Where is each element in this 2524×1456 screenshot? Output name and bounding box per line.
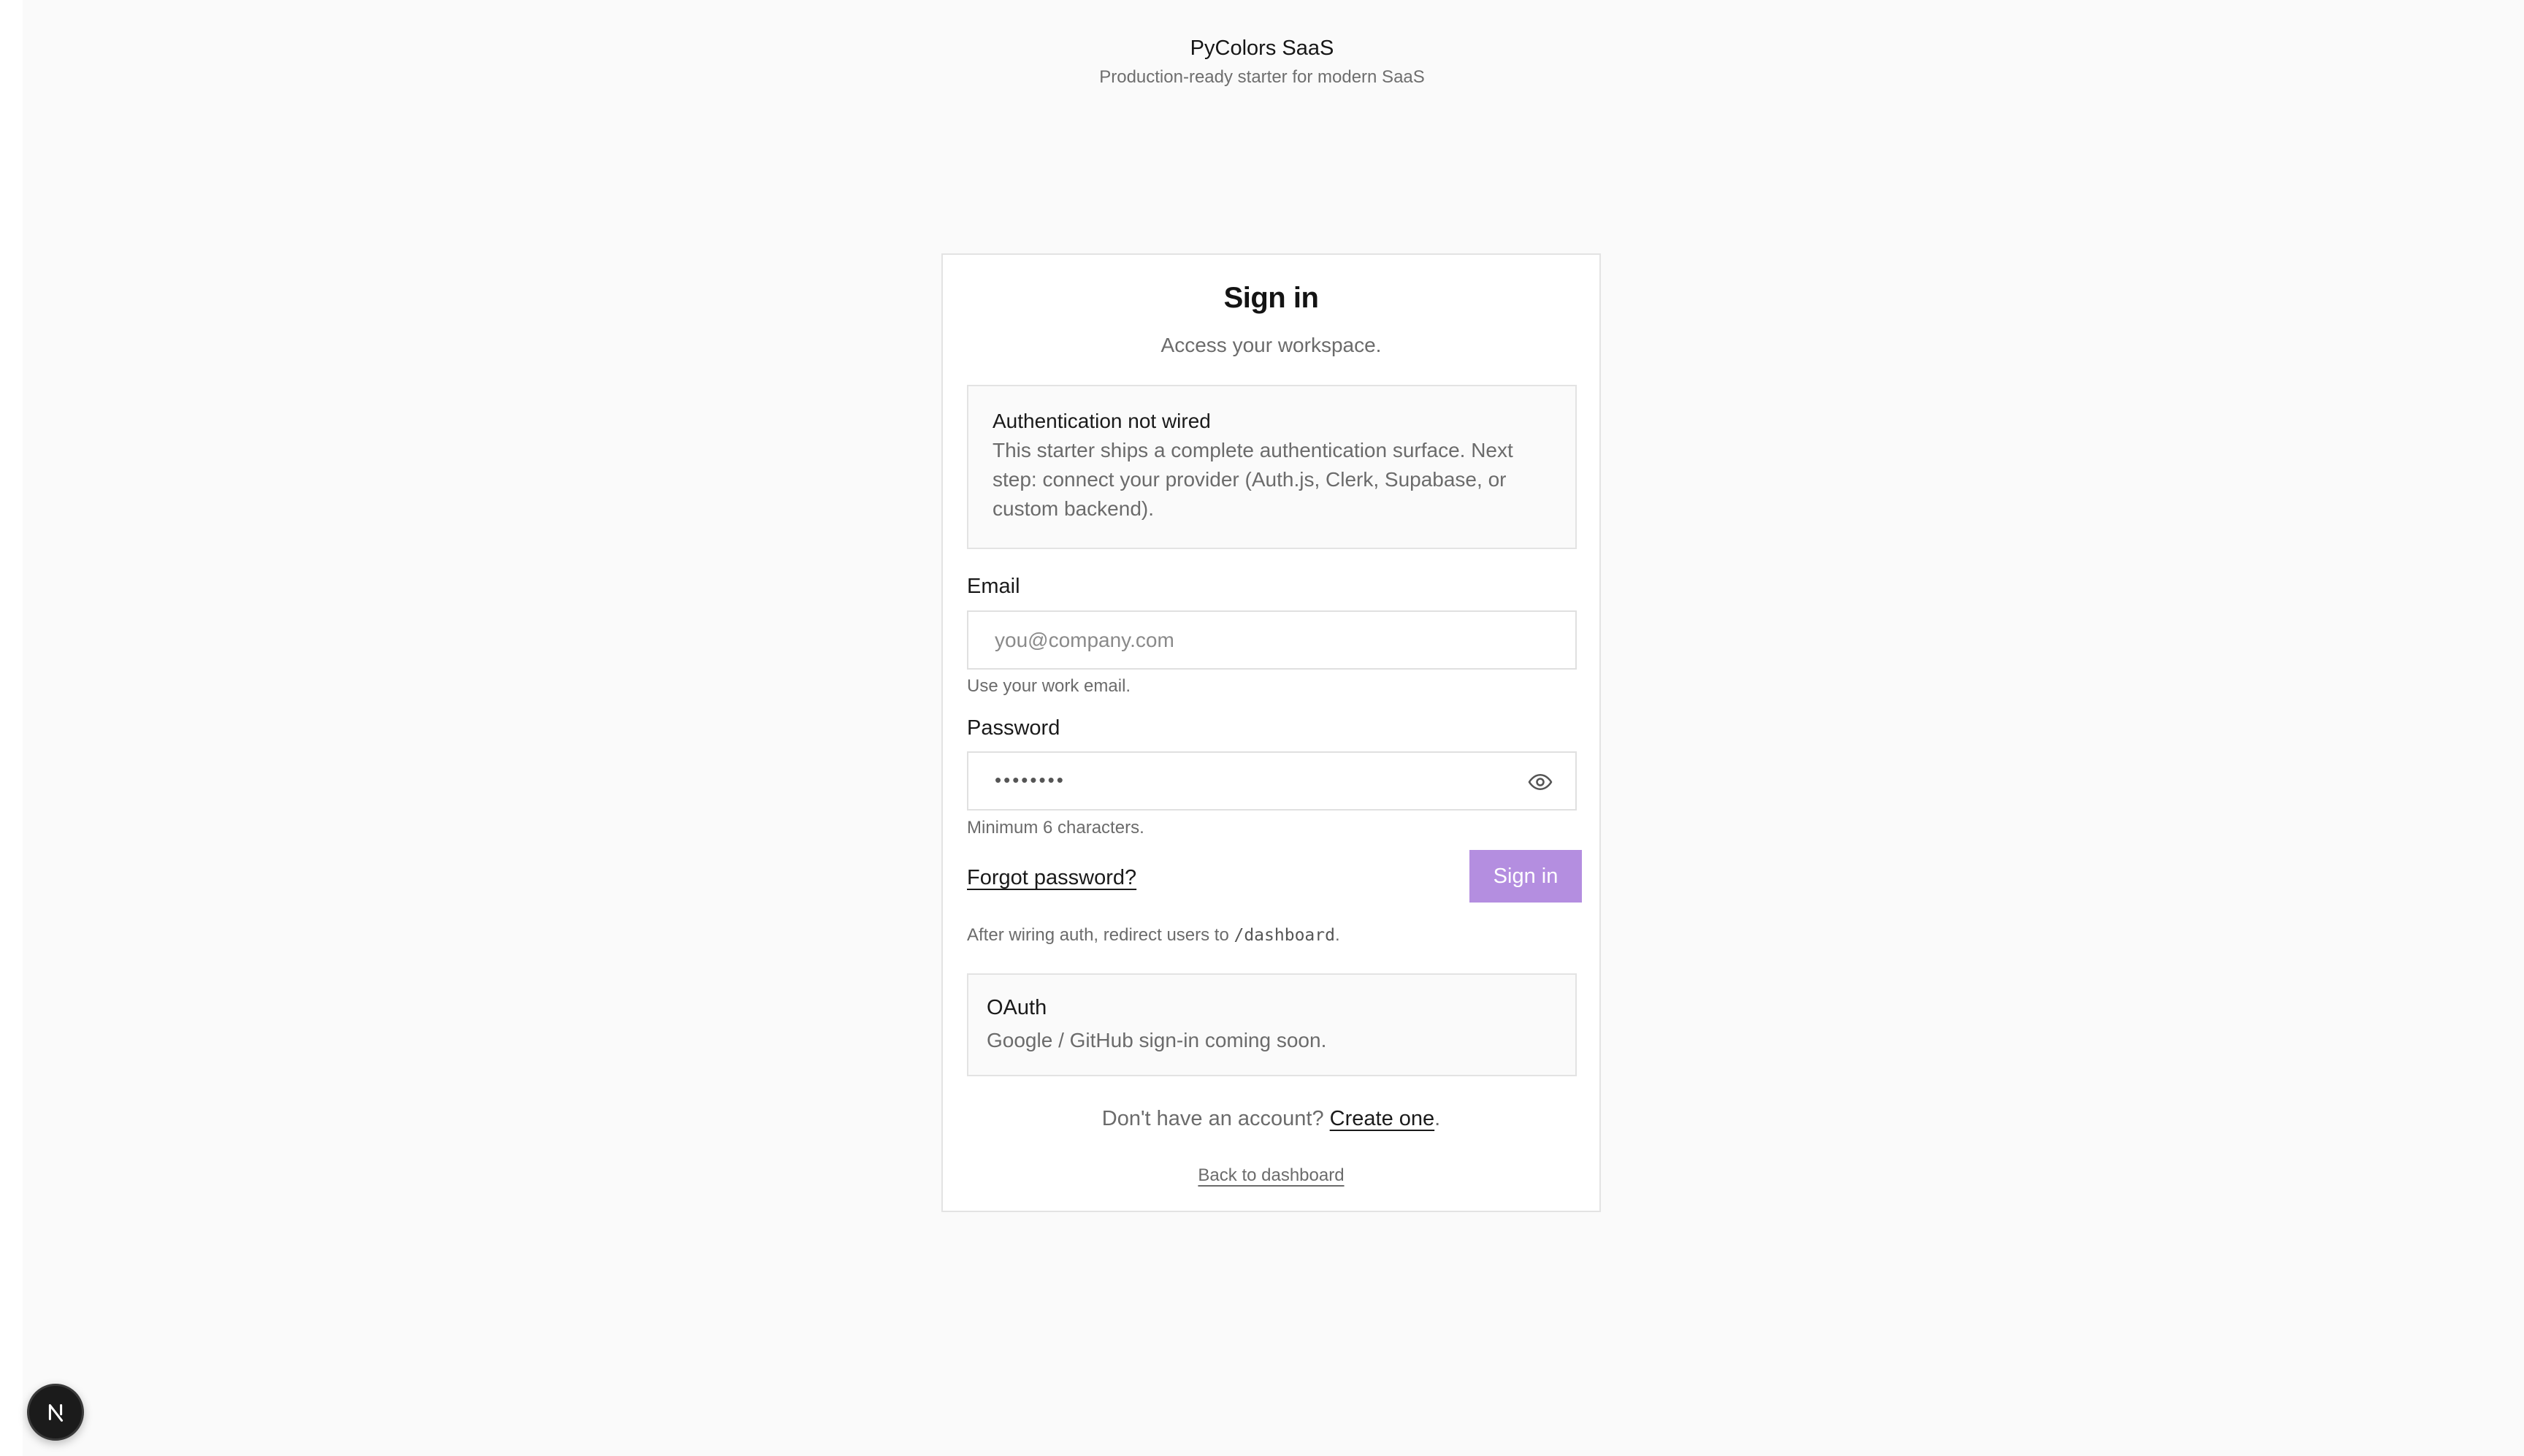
oauth-panel: OAuth Google / GitHub sign-in coming soo…: [967, 973, 1577, 1076]
email-label: Email: [967, 575, 1020, 598]
signup-prefix: Don't have an account?: [1101, 1107, 1330, 1130]
signup-suffix: .: [1434, 1107, 1441, 1130]
auth-notice: Authentication not wired This starter sh…: [967, 385, 1577, 549]
signin-button[interactable]: Sign in: [1469, 850, 1582, 903]
oauth-title: OAuth: [987, 996, 1047, 1019]
forgot-password-link[interactable]: Forgot password?: [967, 866, 1136, 890]
notice-title: Authentication not wired: [993, 410, 1211, 432]
left-gutter: [0, 0, 23, 1456]
redirect-note-suffix: .: [1334, 925, 1340, 945]
app-title: PyColors SaaS: [1190, 37, 1334, 60]
create-account-link[interactable]: Create one: [1330, 1107, 1435, 1130]
redirect-note-prefix: After wiring auth, redirect users to: [967, 925, 1234, 945]
back-to-dashboard: Back to dashboard: [943, 1165, 1599, 1186]
signin-card: Sign in Access your workspace. Authentic…: [941, 253, 1601, 1212]
notice-body: This starter ships a complete authentica…: [993, 439, 1513, 520]
back-to-dashboard-link[interactable]: Back to dashboard: [1198, 1165, 1344, 1185]
nextjs-logo-icon[interactable]: [27, 1384, 84, 1441]
signup-prompt: Don't have an account? Create one.: [943, 1107, 1599, 1131]
redirect-path: /dashboard: [1234, 926, 1335, 945]
redirect-note: After wiring auth, redirect users to /da…: [967, 925, 1340, 946]
password-hint: Minimum 6 characters.: [967, 818, 1144, 838]
eye-icon[interactable]: [1527, 769, 1553, 795]
email-hint: Use your work email.: [967, 676, 1131, 696]
password-field[interactable]: ••••••••: [967, 751, 1577, 811]
app-header: PyColors SaaS Production-ready starter f…: [0, 32, 2524, 91]
email-field[interactable]: [967, 610, 1577, 670]
card-description: Access your workspace.: [1160, 334, 1382, 356]
oauth-body: Google / GitHub sign-in coming soon.: [987, 1029, 1327, 1051]
app-subtitle: Production-ready starter for modern SaaS: [1099, 67, 1425, 87]
password-value: ••••••••: [995, 769, 1066, 791]
password-label: Password: [967, 716, 1060, 740]
card-title: Sign in: [1223, 282, 1319, 314]
